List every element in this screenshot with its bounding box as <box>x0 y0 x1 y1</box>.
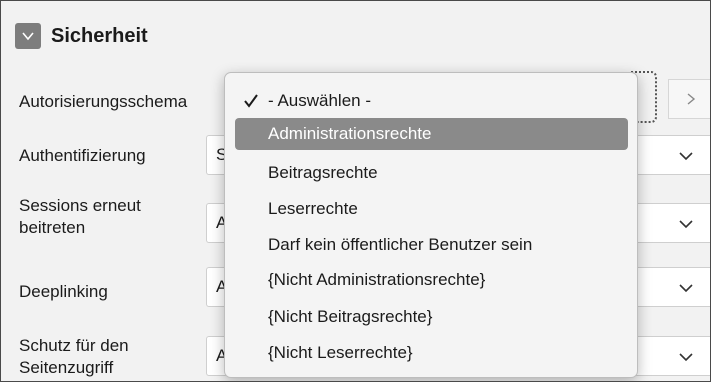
dropdown-option[interactable]: Beitragsrechte <box>235 157 628 189</box>
page-access-protection-label-line2: Seitenzugriff <box>19 358 114 377</box>
chevron-right-icon <box>687 93 695 105</box>
chevron-down-icon <box>679 152 693 161</box>
dropdown-option-label: {Nicht Leserrechte} <box>268 343 413 362</box>
collapse-button[interactable] <box>15 23 41 49</box>
dropdown-option-label: Administrationsrechte <box>268 124 432 143</box>
page-access-protection-label-line1: Schutz für den <box>19 336 129 355</box>
section-header: Sicherheit <box>15 23 148 49</box>
chevron-down-icon <box>679 284 693 293</box>
chevron-down-icon <box>679 353 693 362</box>
authorization-scheme-label: Autorisierungsschema <box>19 92 188 111</box>
dropdown-option[interactable]: Darf kein öffentlicher Benutzer sein <box>235 229 628 261</box>
dropdown-option[interactable]: {Nicht Administrationsrechte} <box>235 264 628 296</box>
dropdown-option[interactable]: {Nicht Beitragsrechte} <box>235 301 628 333</box>
authorization-scheme-expand-button[interactable] <box>668 79 710 119</box>
dropdown-option[interactable]: - Auswählen - <box>235 85 628 117</box>
dropdown-option-label: - Auswählen - <box>268 91 371 110</box>
security-panel: Sicherheit Autorisierungsschema Authenti… <box>0 0 711 382</box>
rejoin-sessions-label-line2: beitreten <box>19 218 86 237</box>
deeplinking-label: Deeplinking <box>19 282 108 301</box>
dropdown-option-label: Leserrechte <box>268 199 358 218</box>
dropdown-option[interactable]: Leserrechte <box>235 193 628 225</box>
dropdown-option-label: Darf kein öffentlicher Benutzer sein <box>268 235 533 254</box>
dropdown-option-label: Beitragsrechte <box>268 163 378 182</box>
dropdown-option-highlighted[interactable]: Administrationsrechte <box>235 118 628 150</box>
authentication-label: Authentifizierung <box>19 146 146 165</box>
chevron-down-icon <box>679 220 693 229</box>
section-title: Sicherheit <box>51 24 148 47</box>
page-access-protection-label: Schutz für den Seitenzugriff <box>19 335 129 379</box>
rejoin-sessions-label-line1: Sessions erneut <box>19 196 141 215</box>
dropdown-option-label: {Nicht Beitragsrechte} <box>268 307 433 326</box>
checkmark-icon <box>244 94 258 108</box>
dropdown-option[interactable]: {Nicht Leserrechte} <box>235 337 628 369</box>
authorization-scheme-dropdown: - Auswählen - Administrationsrechte Beit… <box>224 72 638 378</box>
chevron-down-icon <box>22 32 34 41</box>
dropdown-option-label: {Nicht Administrationsrechte} <box>268 270 486 289</box>
rejoin-sessions-label: Sessions erneut beitreten <box>19 195 141 239</box>
